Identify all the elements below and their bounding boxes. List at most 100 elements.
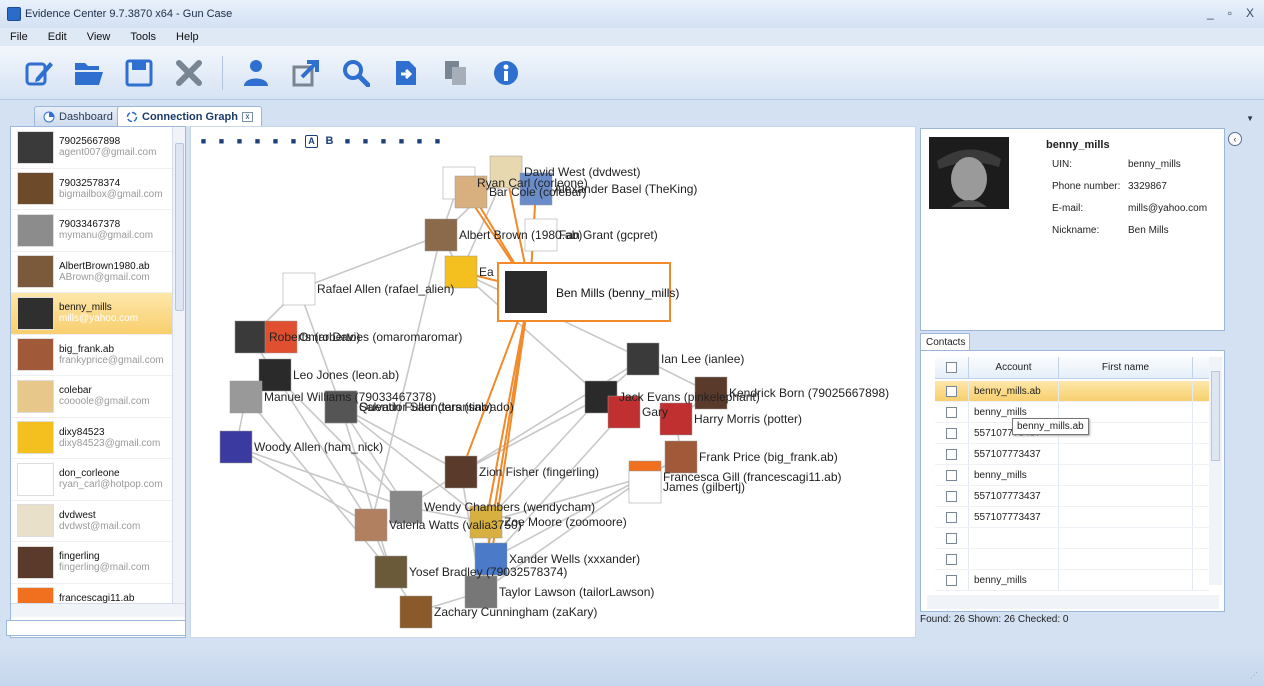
- header-first-name[interactable]: First name: [1059, 357, 1193, 378]
- table-row[interactable]: benny_mills.ab: [935, 381, 1209, 402]
- cell-account[interactable]: 557107773437: [969, 444, 1059, 464]
- cell-first-name[interactable]: [1059, 444, 1193, 464]
- graph-node[interactable]: [626, 342, 660, 376]
- list-item[interactable]: don_corleone ryan_carl@hotpop.com: [11, 459, 173, 501]
- tab-dropdown-icon[interactable]: ▼: [1246, 114, 1254, 123]
- filter-input[interactable]: [6, 620, 186, 636]
- grid-hscroll[interactable]: [927, 595, 1219, 609]
- list-item[interactable]: francescagi11.ab gi11@mailshare.net: [11, 584, 173, 603]
- contact-text: dvdwest dvdwst@mail.com: [59, 510, 140, 532]
- row-checkbox[interactable]: [946, 385, 957, 397]
- row-checkbox[interactable]: [946, 448, 957, 460]
- contact-list-panel: 79025667898 agent007@gmail.com 790325783…: [10, 126, 186, 638]
- row-checkbox[interactable]: [946, 469, 957, 481]
- contact-list-vscroll[interactable]: [172, 127, 185, 603]
- cell-first-name[interactable]: [1059, 570, 1193, 590]
- delete-button[interactable]: [170, 53, 208, 93]
- list-item[interactable]: 79032578374 bigmailbox@gmail.com: [11, 169, 173, 210]
- graph-node[interactable]: [234, 320, 268, 354]
- menu-file[interactable]: File: [10, 31, 28, 43]
- row-checkbox[interactable]: [946, 511, 957, 523]
- save-button[interactable]: [120, 53, 158, 93]
- grid-vscroll[interactable]: [1209, 357, 1222, 585]
- row-checkbox[interactable]: [946, 490, 957, 502]
- cell-first-name[interactable]: [1059, 528, 1193, 548]
- cell-account[interactable]: benny_mills.ab: [969, 381, 1059, 401]
- table-row[interactable]: 557107773437: [935, 486, 1209, 507]
- table-row[interactable]: benny_mills: [935, 465, 1209, 486]
- cell-account[interactable]: 557107773437: [969, 507, 1059, 527]
- list-item[interactable]: big_frank.ab frankyprice@gmail.com: [11, 335, 173, 376]
- cell-account[interactable]: benny_mills: [969, 570, 1059, 590]
- cell-first-name[interactable]: [1059, 486, 1193, 506]
- menu-tools[interactable]: Tools: [130, 31, 156, 43]
- cell-first-name[interactable]: [1059, 465, 1193, 485]
- graph-node[interactable]: [664, 440, 698, 474]
- cell-account[interactable]: [969, 528, 1059, 548]
- row-checkbox[interactable]: [946, 427, 957, 439]
- list-item[interactable]: dixy84523 dixy84523@gmail.com: [11, 418, 173, 459]
- menu-help[interactable]: Help: [176, 31, 199, 43]
- table-row[interactable]: 557107773437: [935, 444, 1209, 465]
- contact-email: bigmailbox@gmail.com: [59, 188, 163, 200]
- graph-node[interactable]: [464, 575, 498, 609]
- graph-node[interactable]: [229, 380, 263, 414]
- close-button[interactable]: X: [1246, 6, 1254, 20]
- contact-list-hscroll[interactable]: [11, 603, 185, 617]
- list-item[interactable]: 79025667898 agent007@gmail.com: [11, 127, 173, 169]
- menu-edit[interactable]: Edit: [48, 31, 67, 43]
- graph-node[interactable]: [399, 595, 433, 629]
- list-item[interactable]: benny_mills mills@yahoo.com: [11, 293, 173, 335]
- export-button[interactable]: [287, 53, 325, 93]
- cell-first-name[interactable]: [1059, 549, 1193, 569]
- collapse-panel-icon[interactable]: ‹: [1228, 132, 1242, 146]
- list-item[interactable]: 79033467378 mymanu@gmail.com: [11, 210, 173, 252]
- graph-canvas[interactable]: Ben Mills (benny_mills)David West (dvdwe…: [191, 127, 917, 639]
- status-bar: ⋰: [0, 646, 1264, 686]
- table-row[interactable]: [935, 549, 1209, 570]
- select-all-checkbox[interactable]: [946, 362, 957, 373]
- resize-grip-icon[interactable]: ⋰: [1250, 671, 1258, 680]
- graph-node[interactable]: [219, 430, 253, 464]
- table-row[interactable]: 557107773437: [935, 507, 1209, 528]
- list-item[interactable]: AlbertBrown1980.ab ABrown@gmail.com: [11, 252, 173, 293]
- minimize-button[interactable]: _: [1207, 6, 1214, 20]
- row-checkbox[interactable]: [946, 406, 957, 418]
- table-row[interactable]: benny_mills: [935, 570, 1209, 591]
- cell-account[interactable]: benny_mills: [969, 465, 1059, 485]
- row-checkbox[interactable]: [946, 532, 957, 544]
- list-item[interactable]: colebar coooole@gmail.com: [11, 376, 173, 418]
- forward-button[interactable]: [387, 53, 425, 93]
- user-button[interactable]: [237, 53, 275, 93]
- header-account[interactable]: Account: [969, 357, 1059, 378]
- menu-view[interactable]: View: [87, 31, 111, 43]
- grid-scroll-thumb[interactable]: [1211, 371, 1220, 461]
- graph-node[interactable]: [628, 470, 662, 504]
- list-item[interactable]: fingerling fingerling@mail.com: [11, 542, 173, 584]
- graph-node[interactable]: [258, 358, 292, 392]
- cell-account[interactable]: [969, 549, 1059, 569]
- graph-node[interactable]: [354, 508, 388, 542]
- restore-button[interactable]: ▫: [1228, 6, 1232, 20]
- table-row[interactable]: [935, 528, 1209, 549]
- tab-close-button[interactable]: x: [241, 111, 253, 122]
- info-button[interactable]: [487, 53, 525, 93]
- graph-node[interactable]: [374, 555, 408, 589]
- graph-node[interactable]: [282, 272, 316, 306]
- graph-node[interactable]: [424, 218, 458, 252]
- tab-dashboard[interactable]: Dashboard: [34, 106, 122, 126]
- graph-node[interactable]: [444, 455, 478, 489]
- search-button[interactable]: [337, 53, 375, 93]
- scroll-thumb[interactable]: [175, 143, 184, 311]
- cell-first-name[interactable]: [1059, 507, 1193, 527]
- copy-button[interactable]: [437, 53, 475, 93]
- list-item[interactable]: dvdwest dvdwst@mail.com: [11, 501, 173, 542]
- tab-contacts[interactable]: Contacts: [920, 333, 970, 351]
- open-button[interactable]: [70, 53, 108, 93]
- row-checkbox[interactable]: [946, 553, 957, 565]
- cell-account[interactable]: 557107773437: [969, 486, 1059, 506]
- tab-connection-graph[interactable]: Connection Graph x: [117, 106, 262, 126]
- edit-button[interactable]: [20, 53, 58, 93]
- cell-first-name[interactable]: [1059, 381, 1193, 401]
- row-checkbox[interactable]: [946, 574, 957, 586]
